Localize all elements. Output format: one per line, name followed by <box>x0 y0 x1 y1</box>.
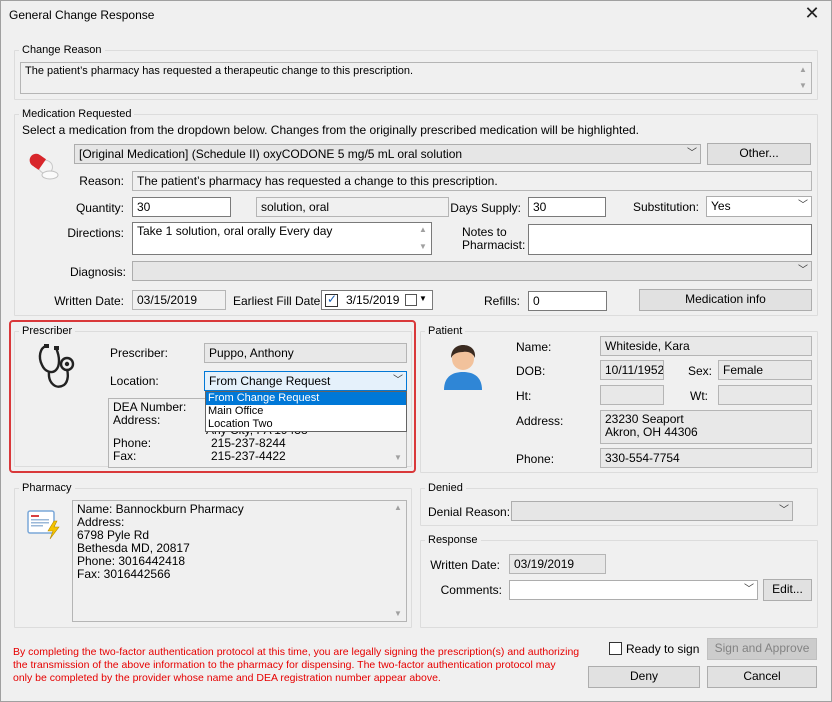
deny-button[interactable]: Deny <box>588 666 700 688</box>
pharmacy-line-fax: Fax: 3016442566 <box>77 567 171 581</box>
quantity-label: Quantity: <box>75 201 124 215</box>
patient-avatar-icon <box>444 345 482 390</box>
medication-select[interactable]: [Original Medication] (Schedule II) oxyC… <box>74 144 701 164</box>
earliest-fill-checkbox[interactable] <box>325 292 338 307</box>
substitution-selected: Yes <box>711 199 731 213</box>
quantity-unit: solution, oral <box>256 197 449 217</box>
patient-address-field: 23230 Seaport Akron, OH 44306 <box>600 410 812 444</box>
patient-sex-label: Sex: <box>688 364 713 378</box>
pill-icon <box>29 153 59 180</box>
pharmacy-details: Name: Bannockburn Pharmacy Address: 6798… <box>72 500 407 622</box>
ready-to-sign-label: Ready to sign <box>626 642 700 656</box>
change-reason-value: The patient’s pharmacy has requested a t… <box>25 65 414 77</box>
diagnosis-select[interactable]: ﹀ <box>132 261 812 281</box>
chevron-down-icon: ﹀ <box>687 148 697 159</box>
ready-to-sign-checkbox[interactable] <box>609 642 622 655</box>
denial-reason-select[interactable]: ﹀ <box>511 501 793 521</box>
earliest-fill-value: 3/15/2019 <box>346 293 400 307</box>
reason-field: The patient’s pharmacy has requested a c… <box>132 171 812 191</box>
patient-ht-field <box>600 385 664 405</box>
response-title: Response <box>425 534 481 546</box>
change-reason-scrollbar[interactable]: ▲ ▼ <box>796 64 810 92</box>
notes-label-line1: Notes to <box>462 225 507 239</box>
diagnosis-label: Diagnosis: <box>69 265 126 279</box>
prescriber-highlight <box>9 320 416 473</box>
other-medication-button[interactable]: Other... <box>707 143 811 165</box>
patient-sex-field: Female <box>718 360 812 380</box>
comments-label: Comments: <box>440 583 502 597</box>
substitution-label: Substitution: <box>632 200 699 214</box>
patient-address-line2: Akron, OH 44306 <box>605 425 698 439</box>
directions-label: Directions: <box>67 226 124 240</box>
refills-label: Refills: <box>483 294 520 308</box>
days-supply-label: Days Supply: <box>450 201 521 215</box>
chevron-down-icon: ﹀ <box>798 265 808 276</box>
comments-select[interactable]: ﹀ <box>509 580 758 600</box>
refills-input[interactable]: 0 <box>528 291 607 311</box>
days-supply-input[interactable]: 30 <box>528 197 606 217</box>
pharmacy-details-scrollbar[interactable]: ▲ ▼ <box>391 502 405 620</box>
pharmacy-line-name: Name: Bannockburn Pharmacy <box>77 502 244 516</box>
calendar-dropdown-icon[interactable]: ▼ <box>419 294 427 303</box>
edit-comments-button[interactable]: Edit... <box>763 579 812 601</box>
legal-line-3: only be completed by the provider whose … <box>13 672 441 684</box>
patient-phone-label: Phone: <box>516 452 555 466</box>
chevron-down-icon: ﹀ <box>798 200 808 211</box>
legal-line-1: By completing the two-factor authenticat… <box>13 646 580 658</box>
close-icon[interactable]: ✕ <box>802 4 822 24</box>
chevron-down-icon: ﹀ <box>779 505 789 516</box>
notes-label-line2: Pharmacist: <box>462 238 526 252</box>
substitution-select[interactable]: Yes ﹀ <box>706 196 812 217</box>
earliest-fill-label: Earliest Fill Date: <box>233 294 324 308</box>
patient-name-label: Name: <box>516 340 552 354</box>
written-date-label: Written Date: <box>54 294 124 308</box>
patient-dob-label: DOB: <box>516 364 546 378</box>
change-reason-text: The patient’s pharmacy has requested a t… <box>20 62 812 94</box>
calendar-icon[interactable] <box>405 294 417 306</box>
cancel-button[interactable]: Cancel <box>707 666 817 688</box>
sign-and-approve-button[interactable]: Sign and Approve <box>707 638 817 660</box>
window-title: General Change Response <box>9 8 155 22</box>
patient-address-label: Address: <box>516 414 564 428</box>
response-written-date-label: Written Date: <box>430 558 500 572</box>
patient-title: Patient <box>425 325 466 337</box>
change-reason-title: Change Reason <box>19 44 105 56</box>
notes-to-pharmacist-input[interactable] <box>528 224 812 255</box>
directions-input[interactable]: Take 1 solution, oral orally Every day ▲… <box>132 222 432 255</box>
patient-name-field: Whiteside, Kara <box>600 336 812 356</box>
pharmacy-title: Pharmacy <box>19 482 75 494</box>
directions-scrollbar[interactable]: ▲ ▼ <box>416 224 430 253</box>
patient-dob-field: 10/11/1952 <box>600 360 664 380</box>
denial-reason-label: Denial Reason: <box>428 505 511 519</box>
pharmacy-prescription-icon <box>27 510 60 540</box>
patient-wt-field <box>718 385 812 405</box>
medication-selected: [Original Medication] (Schedule II) oxyC… <box>79 147 463 161</box>
written-date-field: 03/15/2019 <box>132 290 226 310</box>
medication-title: Medication Requested <box>19 108 135 120</box>
medication-instruction: Select a medication from the dropdown be… <box>22 123 640 137</box>
directions-value: Take 1 solution, oral orally Every day <box>137 224 333 238</box>
legal-notice: By completing the two-factor authenticat… <box>13 646 593 685</box>
reason-label: Reason: <box>79 174 124 188</box>
legal-line-2: the transmission of the above informatio… <box>13 659 556 671</box>
patient-ht-label: Ht: <box>516 389 532 403</box>
response-written-date-field: 03/19/2019 <box>509 554 606 574</box>
chevron-down-icon: ﹀ <box>744 584 754 595</box>
medication-info-button[interactable]: Medication info <box>639 289 812 311</box>
quantity-input[interactable]: 30 <box>132 197 231 217</box>
patient-wt-label: Wt: <box>690 389 708 403</box>
denied-title: Denied <box>425 482 466 494</box>
patient-phone-field: 330-554-7754 <box>600 448 812 468</box>
